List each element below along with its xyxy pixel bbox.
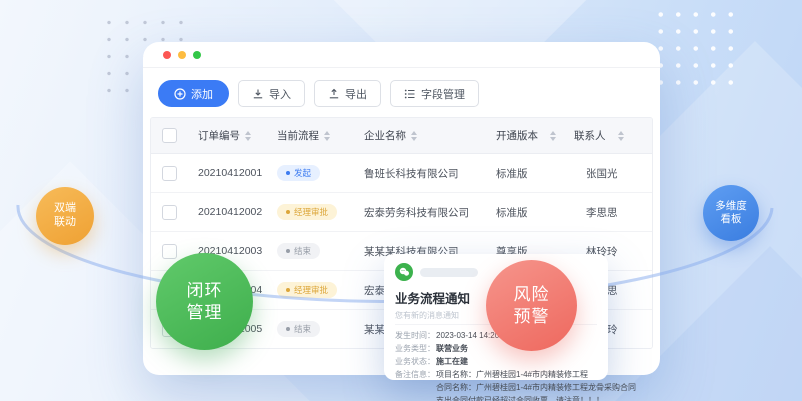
contact-cell: 张国光 [564, 166, 652, 181]
sort-icon[interactable] [411, 131, 417, 141]
add-button-label: 添加 [191, 86, 213, 102]
remark-line: 支出合同付款已经超过合同收票，请注意！！！ [436, 394, 636, 401]
field-manage-button-label: 字段管理 [421, 86, 465, 102]
field-label: 发生时间： [395, 329, 436, 342]
import-button[interactable]: 导入 [238, 80, 305, 107]
row-checkbox[interactable] [162, 205, 177, 220]
import-button-label: 导入 [269, 86, 291, 102]
minimize-traffic-light-icon[interactable] [178, 51, 186, 59]
add-button[interactable]: 添加 [158, 80, 229, 107]
table-row[interactable]: 20210412002 经理审批 宏泰劳务科技有限公司 标准版 李思思 [151, 193, 652, 232]
field-label: 业务状态： [395, 355, 436, 368]
table-row[interactable]: 20210412001 发起 鲁班长科技有限公司 标准版 张国光 [151, 154, 652, 193]
contact-cell: 李思思 [564, 205, 652, 220]
window-titlebar [143, 42, 660, 68]
order-no-cell: 20210412001 [188, 167, 267, 179]
field-row: 业务状态： 施工在建 [395, 355, 597, 368]
version-cell: 标准版 [486, 205, 564, 220]
field-label: 业务类型： [395, 342, 436, 355]
column-header-contact[interactable]: 联系人 [564, 128, 652, 143]
maximize-traffic-light-icon[interactable] [193, 51, 201, 59]
list-settings-icon [404, 88, 416, 100]
feature-badge-closed-loop: 闭环 管理 [156, 253, 253, 350]
export-button[interactable]: 导出 [314, 80, 381, 107]
close-traffic-light-icon[interactable] [163, 51, 171, 59]
sort-icon[interactable] [245, 131, 251, 141]
row-checkbox[interactable] [162, 244, 177, 259]
row-checkbox[interactable] [162, 166, 177, 181]
company-cell: 宏泰劳务科技有限公司 [354, 205, 486, 220]
column-header-status[interactable]: 当前流程 [267, 128, 354, 143]
upload-icon [328, 88, 340, 100]
field-value: 施工在建 [436, 355, 468, 368]
dot-grid-right [652, 6, 744, 88]
field-value: 2023-03-14 14:20 [436, 329, 499, 342]
column-header-order-no[interactable]: 订单编号 [188, 128, 267, 143]
feature-badge-dual-link: 双端 联动 [36, 187, 94, 245]
remark-line: 项目名称：广州碧桂园1-4#市内精装修工程 [436, 368, 636, 381]
export-button-label: 导出 [345, 86, 367, 102]
field-row-remark: 备注信息： 项目名称：广州碧桂园1-4#市内精装修工程 合同名称：广州碧桂园1-… [395, 368, 597, 401]
feature-badge-multi-board: 多维度 看板 [703, 185, 759, 241]
sort-icon[interactable] [324, 131, 330, 141]
field-value: 联营业务 [436, 342, 468, 355]
field-label: 备注信息： [395, 368, 436, 401]
status-badge: 发起 [277, 165, 320, 181]
field-manage-button[interactable]: 字段管理 [390, 80, 479, 107]
remark-line: 合同名称：广州碧桂园1-4#市内精装修工程龙骨采购合同 [436, 381, 636, 394]
sender-placeholder [420, 268, 478, 277]
wechat-icon [395, 263, 413, 281]
toolbar: 添加 导入 导出 字段管理 [158, 80, 660, 107]
sort-icon[interactable] [618, 131, 624, 141]
status-badge: 结束 [277, 243, 320, 259]
hero-illustration: 添加 导入 导出 字段管理 [0, 0, 802, 401]
field-row: 业务类型： 联营业务 [395, 342, 597, 355]
download-icon [252, 88, 264, 100]
company-cell: 鲁班长科技有限公司 [354, 166, 486, 181]
version-cell: 标准版 [486, 166, 564, 181]
status-badge: 经理审批 [277, 204, 337, 220]
notification-fields: 发生时间： 2023-03-14 14:20 业务类型： 联营业务 业务状态： … [395, 329, 597, 401]
sort-icon[interactable] [550, 131, 556, 141]
table-header-row: 订单编号 当前流程 企业名称 开通版本 联系人 [151, 118, 652, 154]
select-all-checkbox[interactable] [162, 128, 177, 143]
order-no-cell: 20210412002 [188, 206, 267, 218]
column-header-version[interactable]: 开通版本 [486, 128, 564, 143]
status-badge: 结束 [277, 321, 320, 337]
status-badge: 经理审批 [277, 282, 337, 298]
plus-circle-icon [174, 88, 186, 100]
feature-badge-risk-alert: 风险 预警 [486, 260, 577, 351]
column-header-company[interactable]: 企业名称 [354, 128, 486, 143]
